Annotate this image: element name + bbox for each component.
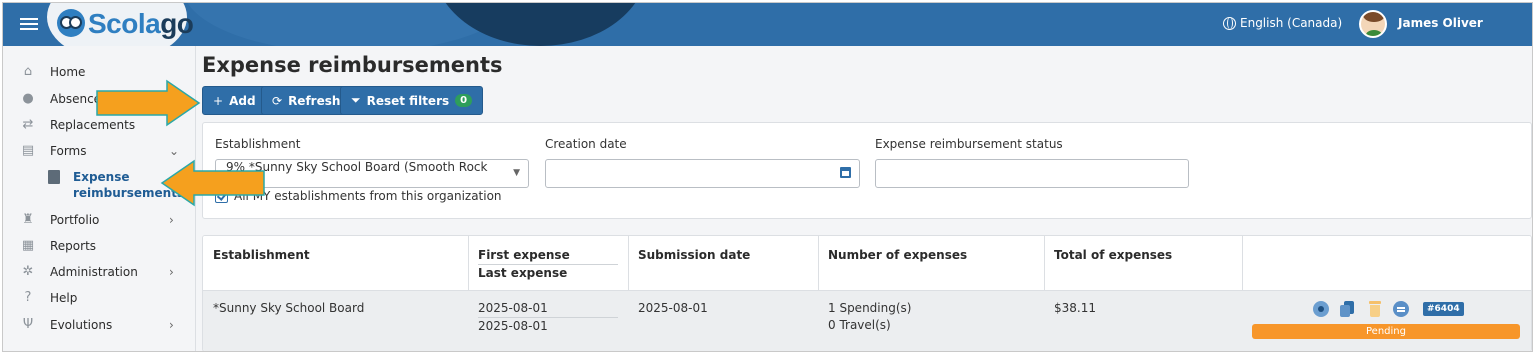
globe-icon [1223, 16, 1236, 30]
header-establishment[interactable]: Establishment [213, 248, 310, 262]
sidebar-item-label: Administration [50, 265, 138, 279]
reset-filters-button[interactable]: ⏷ Reset filters 0 [340, 86, 484, 115]
header-last-expense[interactable]: Last expense [478, 266, 567, 280]
status-select[interactable] [875, 159, 1189, 188]
annotation-arrow-left [160, 159, 265, 207]
cell-establishment: *Sunny Sky School Board [213, 301, 365, 315]
header-divider [478, 264, 618, 265]
calendar-icon[interactable] [840, 167, 851, 178]
view-icon[interactable] [1313, 301, 1329, 317]
language-label: English (Canada) [1240, 16, 1343, 30]
gear-icon: ✲ [22, 264, 34, 279]
home-icon: ⌂ [23, 64, 33, 79]
header-submission-date[interactable]: Submission date [638, 248, 750, 262]
status-label: Expense reimbursement status [875, 137, 1063, 151]
add-button-label: Add [229, 93, 256, 108]
table-row[interactable]: *Sunny Sky School Board 2025-08-01 2025-… [203, 291, 1531, 351]
refresh-button-label: Refresh [288, 93, 341, 108]
trophy-icon: ♜ [22, 212, 34, 227]
sprout-icon: Ψ [22, 317, 34, 332]
sidebar-item-reports[interactable]: ▦ Reports [3, 234, 196, 258]
creation-date-input[interactable] [545, 159, 860, 188]
user-name[interactable]: James Oliver [1398, 16, 1483, 30]
sidebar-item-help[interactable]: ? Help [3, 286, 196, 310]
document-icon [48, 170, 60, 184]
reimbursements-table: Establishment First expense Last expense… [202, 235, 1532, 351]
report-icon: ▦ [21, 238, 35, 253]
top-bar: Scolago English (Canada) James Oliver [3, 3, 1532, 46]
chevron-right-icon: › [169, 213, 174, 227]
reset-filters-label: Reset filters [366, 93, 450, 108]
cell-travels: 0 Travel(s) [828, 318, 891, 332]
page-title: Expense reimbursements [202, 53, 503, 77]
copy-icon[interactable] [1340, 301, 1356, 317]
status-badge: Pending [1252, 324, 1520, 339]
cell-last-expense: 2025-08-01 [478, 319, 548, 333]
cell-total: $38.11 [1054, 301, 1096, 315]
table-header: Establishment First expense Last expense… [203, 236, 1531, 291]
user-absence-icon: ● [22, 91, 34, 106]
sidebar-item-label: Home [50, 65, 86, 79]
trash-icon[interactable] [1367, 301, 1383, 317]
plus-icon: + [213, 93, 224, 108]
sidebar-item-portfolio[interactable]: ♜ Portfolio › [3, 208, 196, 232]
cell-first-expense: 2025-08-01 [478, 301, 548, 315]
sidebar-item-label: Help [50, 291, 78, 305]
sidebar-item-evolutions[interactable]: Ψ Evolutions › [3, 313, 196, 337]
cell-spendings: 1 Spending(s) [828, 301, 912, 315]
swap-icon: ⇄ [22, 117, 34, 132]
main-content: Expense reimbursements + Add ⟳ Refresh ⏷… [196, 46, 1532, 351]
refresh-button[interactable]: ⟳ Refresh [261, 86, 352, 115]
question-icon: ? [24, 290, 32, 305]
establishment-value: 9% *Sunny Sky School Board (Smooth Rock … [226, 159, 488, 188]
brand-logo[interactable]: Scolago [88, 8, 194, 40]
owl-logo-icon[interactable] [57, 9, 85, 37]
filters-panel: Establishment 9% *Sunny Sky School Board… [202, 122, 1532, 219]
filter-reset-icon: ⏷ [351, 93, 361, 107]
chevron-right-icon: › [169, 318, 174, 332]
hamburger-menu-icon[interactable] [20, 15, 38, 33]
forms-icon: ▤ [21, 143, 35, 158]
header-number-of-expenses[interactable]: Number of expenses [828, 248, 967, 262]
sidebar-item-label: Portfolio [50, 213, 100, 227]
refresh-icon: ⟳ [272, 93, 283, 108]
app-window: Scolago English (Canada) James Oliver ⌂ … [2, 2, 1533, 352]
sidebar-item-label: Evolutions [50, 318, 113, 332]
sidebar-item-label: Reports [50, 239, 97, 253]
filter-count-badge: 0 [455, 94, 473, 107]
creation-date-label: Creation date [545, 137, 627, 151]
cell-submission-date: 2025-08-01 [638, 301, 708, 315]
checkbox-label: All MY establishments from this organiza… [234, 189, 502, 203]
annotation-arrow-right [96, 79, 201, 127]
sidebar-subitem-label: Expense reimbursements [73, 170, 185, 200]
establishment-label: Establishment [215, 137, 301, 151]
id-badge[interactable]: #6404 [1423, 302, 1464, 316]
header-total-of-expenses[interactable]: Total of expenses [1054, 248, 1172, 262]
caret-down-icon: ▼ [513, 168, 520, 178]
language-selector[interactable]: English (Canada) [1223, 16, 1342, 30]
sidebar-item-administration[interactable]: ✲ Administration › [3, 260, 196, 284]
sidebar-item-label: Forms [50, 144, 87, 158]
chevron-down-icon: ⌄ [169, 144, 180, 158]
cell-divider [478, 317, 618, 318]
add-button[interactable]: + Add [202, 86, 267, 115]
avatar[interactable] [1359, 10, 1387, 38]
comment-icon[interactable] [1393, 301, 1409, 317]
chevron-right-icon: › [169, 265, 174, 279]
header-first-expense[interactable]: First expense [478, 248, 570, 262]
